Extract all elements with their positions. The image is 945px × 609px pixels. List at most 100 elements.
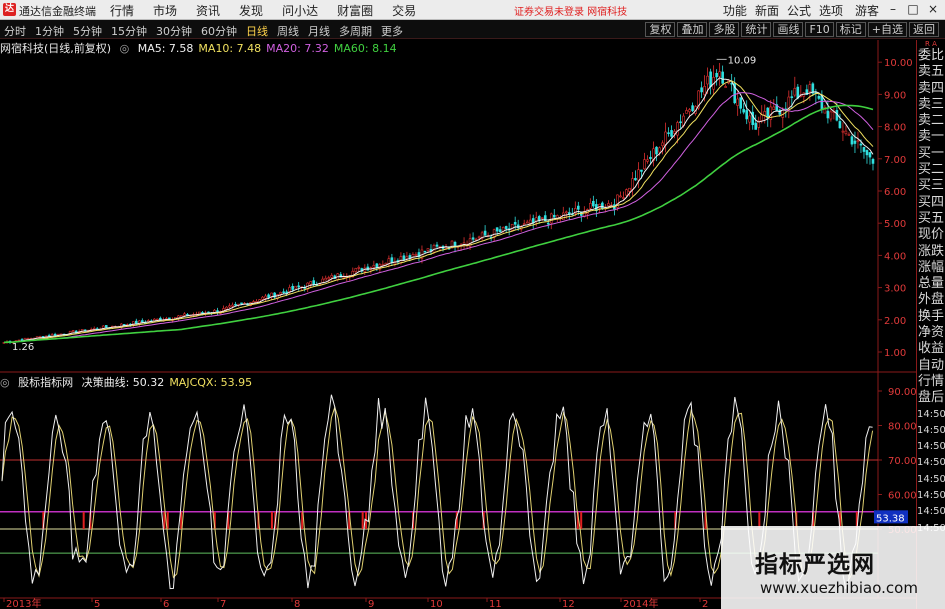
candle-body bbox=[640, 169, 643, 172]
panel-item-10: 买五 bbox=[917, 210, 944, 226]
candle-body bbox=[423, 250, 427, 253]
candle-body bbox=[706, 75, 709, 85]
candle-body bbox=[703, 86, 706, 95]
panel-item-7: 买二 bbox=[917, 162, 944, 178]
candle-body bbox=[862, 147, 866, 152]
panel-item-26: 14:50 bbox=[917, 473, 945, 485]
candle-body bbox=[71, 330, 75, 333]
x-tick-label: 7 bbox=[220, 599, 226, 609]
panel-item-14: 总量 bbox=[917, 276, 944, 292]
candle-body bbox=[546, 222, 550, 225]
signal-bar bbox=[82, 511, 85, 529]
panel-item-6: 买一 bbox=[917, 145, 944, 161]
x-tick-label: 12 bbox=[562, 599, 575, 609]
kline-chart[interactable]: 10.00 9.00 8.00 7.00 6.00 5.00 4.00 3.00 2.00 1.0… bbox=[0, 0, 945, 609]
candle-body bbox=[631, 178, 634, 190]
candle-body bbox=[673, 131, 676, 134]
price-tick-label: 4.00 bbox=[884, 251, 906, 262]
candle-body bbox=[261, 296, 264, 300]
candle-body bbox=[667, 132, 670, 135]
panel-item-3: 卖三 bbox=[917, 96, 944, 112]
signal-bar bbox=[270, 511, 273, 529]
candle-body bbox=[402, 255, 406, 261]
low-price-label: 1.26 bbox=[12, 342, 34, 353]
candle-body bbox=[414, 253, 418, 256]
x-tick-label: 2 bbox=[702, 599, 708, 609]
candle-body bbox=[183, 313, 186, 316]
candle-body bbox=[537, 216, 541, 221]
x-tick-label: 6 bbox=[163, 599, 169, 609]
candle-body bbox=[234, 303, 237, 306]
candle-body bbox=[321, 278, 325, 283]
candle-body bbox=[760, 114, 764, 121]
candle-body bbox=[327, 277, 331, 280]
candle-body bbox=[567, 212, 571, 215]
candle-body bbox=[477, 236, 481, 239]
high-price-label: 10.09 bbox=[728, 55, 757, 66]
panel-toggle-icon[interactable]: R A bbox=[917, 40, 945, 48]
candle-body bbox=[841, 130, 845, 133]
panel-item-27: 14:50 bbox=[917, 490, 945, 502]
candle-body bbox=[534, 217, 538, 222]
candle-body bbox=[790, 96, 794, 98]
candle-body bbox=[871, 158, 875, 164]
panel-item-12: 涨跌 bbox=[917, 243, 944, 259]
candle-body bbox=[850, 136, 854, 145]
panel-item-15: 外盘 bbox=[917, 292, 944, 308]
candle-body bbox=[607, 203, 610, 207]
panel-item-21: 盘后 bbox=[917, 390, 944, 406]
candle-body bbox=[715, 72, 718, 78]
candle-body bbox=[670, 130, 673, 137]
price-tick-label: 9.00 bbox=[884, 90, 906, 101]
ma20-line bbox=[3, 92, 874, 343]
candle-body bbox=[282, 291, 285, 294]
current-value-label: 53.38 bbox=[876, 513, 905, 524]
price-tick-label: 3.00 bbox=[884, 284, 906, 295]
candle-body bbox=[405, 256, 409, 260]
quote-side-panel: R A 委比 卖五 卖四 卖三 卖二 卖一 买一 买二 买三 买四 买五 现价 涨跌 涨幅 总量 外盘 换手 净资… bbox=[916, 40, 945, 609]
panel-item-17: 净资 bbox=[917, 325, 944, 341]
candle-body bbox=[853, 140, 857, 144]
candle-body bbox=[474, 238, 478, 241]
indicator-tick-label: 80.00 bbox=[888, 422, 917, 433]
panel-item-8: 买三 bbox=[917, 178, 944, 194]
candle-body bbox=[309, 281, 313, 285]
candle-body bbox=[225, 306, 228, 310]
x-tick-label: 2014年 bbox=[623, 597, 658, 609]
candle-body bbox=[838, 121, 842, 129]
candle-body bbox=[291, 285, 294, 290]
candle-body bbox=[676, 122, 679, 136]
panel-item-9: 买四 bbox=[917, 194, 944, 210]
candle-body bbox=[357, 267, 361, 269]
candle-body bbox=[643, 159, 646, 170]
x-tick-label: 5 bbox=[94, 599, 100, 609]
candle-body bbox=[435, 244, 439, 247]
candle-body bbox=[793, 88, 797, 96]
candle-body bbox=[745, 110, 749, 120]
candle-body bbox=[658, 147, 661, 153]
candle-body bbox=[772, 106, 776, 110]
panel-item-18: 收益 bbox=[917, 341, 944, 357]
candle-body bbox=[691, 105, 694, 112]
candle-body bbox=[847, 133, 851, 136]
candle-body bbox=[637, 169, 640, 181]
candle-body bbox=[625, 189, 628, 196]
candle-body bbox=[525, 221, 529, 224]
candle-body bbox=[718, 71, 721, 77]
candle-body bbox=[817, 96, 821, 99]
candle-body bbox=[736, 98, 739, 106]
candle-body bbox=[829, 111, 833, 120]
candle-body bbox=[104, 325, 108, 328]
candle-body bbox=[549, 213, 553, 224]
candle-body bbox=[688, 109, 691, 113]
x-tick-label: 10 bbox=[430, 599, 443, 609]
ma60-line bbox=[3, 104, 874, 344]
candle-body bbox=[622, 197, 625, 199]
panel-item-2: 卖四 bbox=[917, 80, 944, 96]
panel-item-24: 14:50 bbox=[917, 441, 945, 453]
candle-body bbox=[664, 131, 667, 146]
panel-item-0: 委比 bbox=[917, 48, 944, 63]
candle-body bbox=[601, 202, 604, 210]
candle-body bbox=[552, 214, 556, 218]
x-tick-label: 2013年 bbox=[6, 597, 41, 609]
